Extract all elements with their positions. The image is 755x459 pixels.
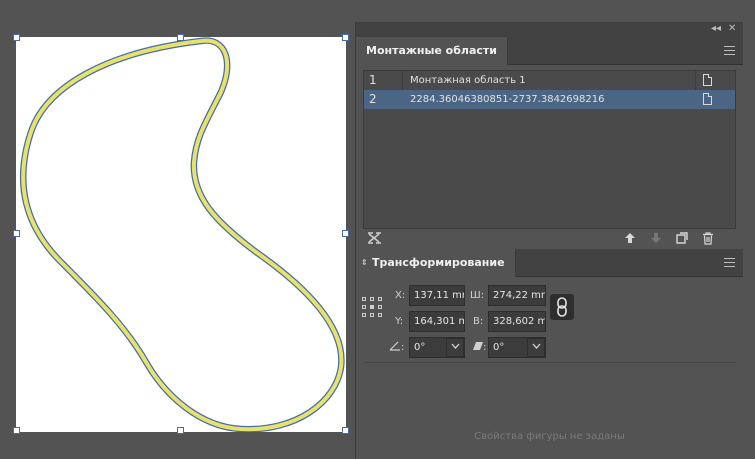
artboard-row-2[interactable]: 2 2284.36046380851-2737.3842698216	[364, 90, 735, 109]
constrain-proportions-button[interactable]	[550, 294, 574, 320]
height-field[interactable]: 328,602 mm	[488, 311, 546, 332]
transform-tabstrip: ⇕ Трансформирование	[356, 249, 743, 277]
artboard-number: 1	[369, 73, 377, 87]
rearrange-icon[interactable]	[367, 231, 382, 245]
shear-label: :	[483, 342, 487, 353]
artboard-row-1[interactable]: 1 Монтажная область 1	[364, 71, 735, 90]
x-field[interactable]: 137,11 mm	[409, 285, 465, 306]
reference-point-icon[interactable]	[362, 297, 382, 317]
expand-collapse-icon[interactable]: ⇕	[361, 249, 368, 276]
artboard-number: 2	[369, 92, 377, 106]
transform-menu-icon[interactable]	[724, 258, 735, 267]
shear-dropdown[interactable]	[527, 338, 545, 357]
handle-middle-left[interactable]	[13, 230, 20, 237]
transform-title: Трансформирование	[372, 256, 505, 269]
link-icon	[557, 297, 567, 317]
x-label: X:	[395, 290, 406, 301]
handle-bottom-right[interactable]	[342, 427, 349, 434]
artboard-name[interactable]: 2284.36046380851-2737.3842698216	[410, 94, 604, 105]
artboards-menu-icon[interactable]	[724, 46, 735, 55]
close-panel-icon[interactable]: ✕	[728, 23, 736, 35]
artboard-name[interactable]: Монтажная область 1	[410, 75, 526, 86]
w-label: Ш:	[470, 290, 485, 301]
h-label: В:	[473, 316, 484, 327]
canvas-area[interactable]	[0, 0, 355, 459]
y-field[interactable]: 164,301 mm	[409, 311, 465, 332]
artboard-options-icon[interactable]	[703, 74, 712, 86]
handle-bottom-center[interactable]	[177, 427, 184, 434]
move-up-icon[interactable]	[624, 232, 636, 244]
blob-shape[interactable]	[16, 37, 346, 432]
divider	[364, 362, 736, 363]
panel-topbar: ◂◂ ✕	[356, 22, 743, 38]
handle-top-right[interactable]	[342, 34, 349, 41]
handle-top-center[interactable]	[177, 34, 184, 41]
artboards-tabstrip: Монтажные области	[356, 37, 743, 65]
rotate-label: :	[401, 342, 405, 353]
new-artboard-icon[interactable]	[676, 232, 688, 244]
y-label: Y:	[395, 316, 404, 327]
chevron-down-icon	[451, 343, 459, 349]
shape-properties-note: Свойства фигуры не заданы	[474, 431, 625, 442]
handle-middle-right[interactable]	[342, 230, 349, 237]
rotate-angle-icon	[389, 341, 400, 351]
chevron-down-icon	[532, 343, 540, 349]
tab-transform[interactable]: ⇕ Трансформирование	[356, 249, 516, 277]
width-field[interactable]: 274,22 mm	[488, 285, 546, 306]
collapse-panels-icon[interactable]: ◂◂	[711, 23, 721, 35]
move-down-icon[interactable]	[650, 232, 662, 244]
artboards-list: 1 Монтажная область 1 2 2284.36046380851…	[363, 70, 736, 229]
tab-artboards[interactable]: Монтажные области	[356, 37, 509, 65]
handle-bottom-left[interactable]	[13, 427, 20, 434]
artboard-options-icon[interactable]	[703, 93, 712, 105]
handle-top-left[interactable]	[13, 34, 20, 41]
panel-dock: ◂◂ ✕ Монтажные области 1 Монтажная облас…	[355, 22, 743, 459]
rotate-dropdown[interactable]	[446, 338, 464, 357]
trash-icon[interactable]	[702, 232, 714, 245]
artboard[interactable]	[16, 37, 346, 432]
